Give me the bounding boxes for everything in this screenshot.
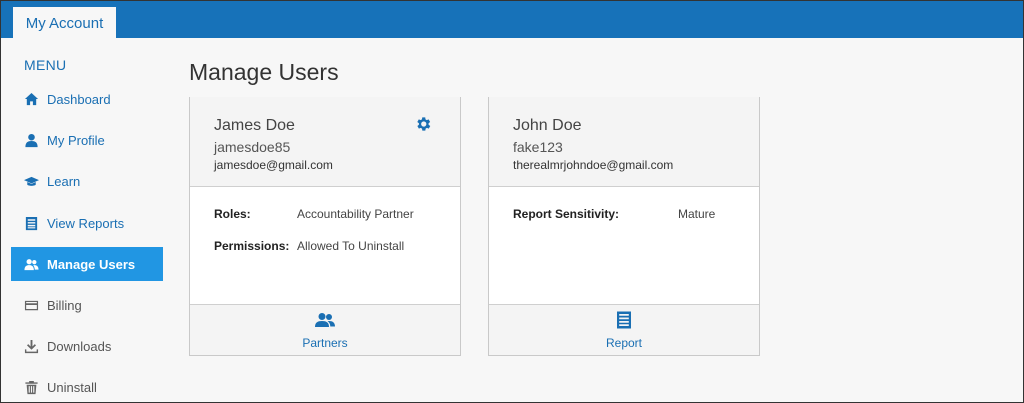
menu-heading: MENU	[24, 57, 67, 73]
field-row: Roles: Accountability Partner	[214, 207, 460, 221]
field-key: Roles:	[214, 207, 251, 221]
top-bar: My Account	[1, 1, 1023, 39]
sidebar-item-manage-users[interactable]: Manage Users	[11, 247, 163, 281]
gear-icon[interactable]	[414, 115, 432, 133]
page-title: Manage Users	[189, 59, 339, 85]
user-icon	[23, 132, 39, 148]
user-username: fake123	[513, 139, 563, 155]
sidebar-item-label: My Profile	[47, 132, 105, 148]
sidebar-item-billing[interactable]: Billing	[11, 288, 163, 322]
download-icon	[23, 338, 39, 354]
home-icon	[23, 91, 39, 107]
card-body: Roles: Accountability Partner Permission…	[190, 187, 460, 305]
trash-icon	[23, 379, 39, 395]
partners-button[interactable]: Partners	[190, 304, 460, 355]
sidebar-item-label: Manage Users	[47, 256, 136, 272]
partners-icon	[314, 311, 336, 334]
sidebar-item-learn[interactable]: Learn	[11, 164, 163, 198]
user-card: John Doe fake123 therealmrjohndoe@gmail.…	[488, 97, 760, 356]
user-username: jamesdoe85	[214, 139, 291, 155]
field-value: Mature	[678, 207, 716, 221]
user-card: James Doe jamesdoe85 jamesdoe@gmail.com …	[189, 97, 461, 356]
sidebar-item-downloads[interactable]: Downloads	[11, 329, 163, 363]
field-row: Permissions: Allowed To Uninstall	[214, 239, 460, 253]
field-key: Permissions:	[214, 239, 290, 253]
card-body: Report Sensitivity: Mature	[489, 187, 759, 305]
field-value: Allowed To Uninstall	[297, 239, 405, 253]
sidebar-item-label: Uninstall	[47, 379, 97, 395]
footer-label: Report	[605, 335, 643, 350]
footer-label: Partners	[302, 335, 348, 350]
users-icon	[23, 256, 39, 272]
card-header: John Doe fake123 therealmrjohndoe@gmail.…	[489, 97, 759, 187]
sidebar-item-label: Downloads	[47, 338, 112, 354]
tab-my-account[interactable]: My Account	[13, 7, 116, 39]
card-header: James Doe jamesdoe85 jamesdoe@gmail.com	[190, 97, 460, 187]
report-icon	[23, 215, 39, 231]
field-key: Report Sensitivity:	[513, 207, 620, 221]
field-value: Accountability Partner	[297, 207, 414, 221]
graduation-cap-icon	[23, 173, 39, 189]
report-icon	[613, 311, 635, 334]
field-row: Report Sensitivity: Mature	[513, 207, 759, 221]
user-email: jamesdoe@gmail.com	[214, 158, 333, 172]
sidebar-item-label: Learn	[47, 173, 81, 189]
sidebar: MENU Dashboard My Profile Learn View Rep…	[1, 38, 176, 403]
user-email: therealmrjohndoe@gmail.com	[513, 158, 674, 172]
report-button[interactable]: Report	[489, 304, 759, 355]
sidebar-item-dashboard[interactable]: Dashboard	[11, 82, 163, 116]
user-name: John Doe	[513, 117, 582, 134]
sidebar-item-uninstall[interactable]: Uninstall	[11, 370, 163, 403]
credit-card-icon	[23, 297, 39, 313]
sidebar-item-view-reports[interactable]: View Reports	[11, 206, 163, 240]
sidebar-item-label: View Reports	[47, 215, 125, 231]
sidebar-item-label: Billing	[47, 297, 82, 313]
sidebar-item-my-profile[interactable]: My Profile	[11, 123, 163, 157]
sidebar-item-label: Dashboard	[47, 91, 111, 107]
